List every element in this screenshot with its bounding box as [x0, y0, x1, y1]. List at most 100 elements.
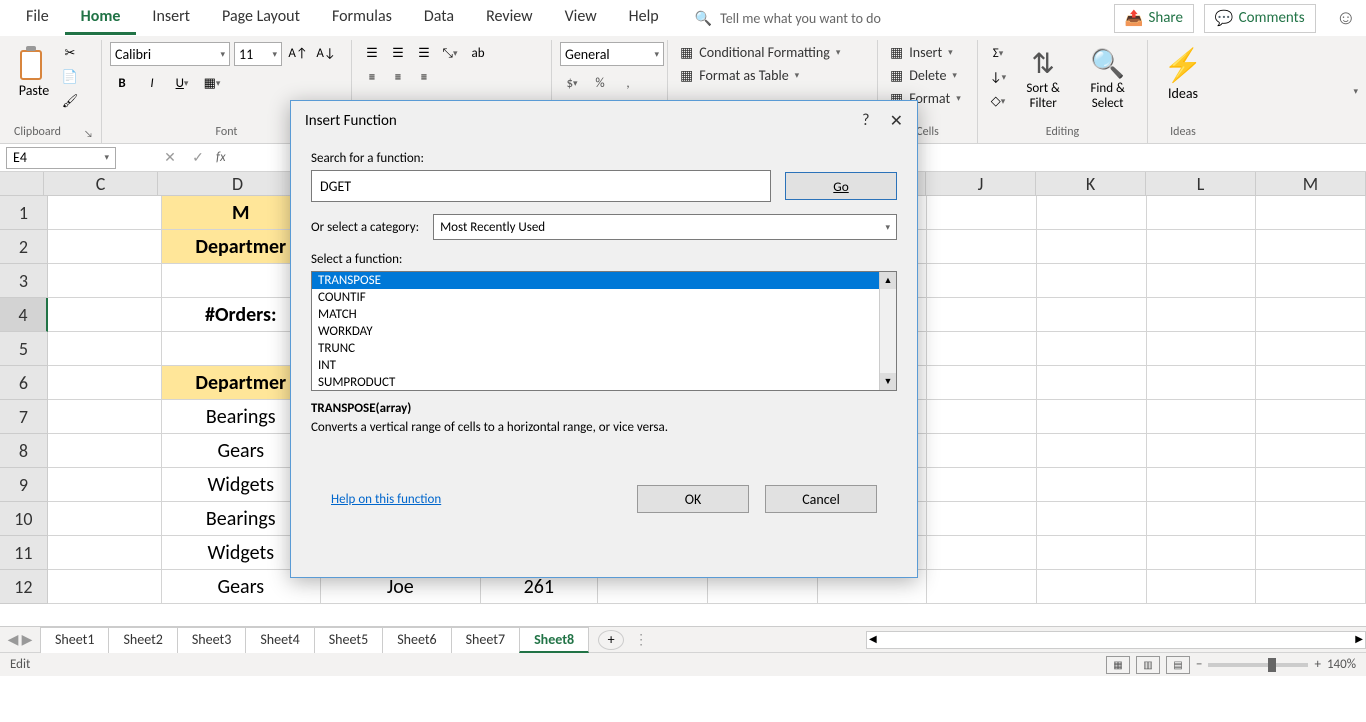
cell-L4[interactable] [1147, 298, 1257, 332]
help-link[interactable]: Help on this function [331, 492, 441, 507]
scroll-up-button[interactable]: ▲ [880, 272, 896, 289]
cell-L12[interactable] [1147, 570, 1257, 604]
cell-C3[interactable] [48, 264, 162, 298]
function-item-transpose[interactable]: TRANSPOSE [312, 272, 896, 289]
conditional-formatting-button[interactable]: ▦ Conditional Formatting▾ [676, 42, 869, 63]
dialog-help-button[interactable]: ? [862, 111, 869, 131]
name-box[interactable]: E4▾ [6, 147, 116, 169]
align-middle-button[interactable]: ☰ [386, 42, 410, 64]
row-header-4[interactable]: 4 [0, 298, 48, 332]
fill-button[interactable]: ↓▾ [986, 66, 1010, 88]
cell-K5[interactable] [1037, 332, 1147, 366]
cell-L10[interactable] [1147, 502, 1257, 536]
page-layout-view-button[interactable]: ▥ [1136, 656, 1160, 674]
align-right-button[interactable]: ≡ [412, 66, 436, 88]
cell-K10[interactable] [1037, 502, 1147, 536]
cell-L11[interactable] [1147, 536, 1257, 570]
cell-L5[interactable] [1147, 332, 1257, 366]
cell-K7[interactable] [1037, 400, 1147, 434]
fx-label[interactable]: fx [216, 150, 226, 165]
cell-K12[interactable] [1037, 570, 1147, 604]
ideas-button[interactable]: ⚡ Ideas [1156, 42, 1210, 106]
menu-file[interactable]: File [10, 1, 65, 35]
cell-M6[interactable] [1256, 366, 1366, 400]
function-search-input[interactable] [311, 170, 771, 202]
row-header-5[interactable]: 5 [0, 332, 48, 366]
cell-K11[interactable] [1037, 536, 1147, 570]
sheet-tab-sheet8[interactable]: Sheet8 [519, 627, 589, 653]
cell-C6[interactable] [48, 366, 162, 400]
cell-C9[interactable] [48, 468, 162, 502]
cell-J8[interactable] [927, 434, 1037, 468]
tell-me-search[interactable]: 🔍 Tell me what you want to do [695, 10, 881, 27]
row-header-12[interactable]: 12 [0, 570, 48, 604]
feedback-smiley-icon[interactable]: ☺ [1336, 6, 1356, 30]
cell-M5[interactable] [1256, 332, 1366, 366]
menu-review[interactable]: Review [470, 1, 549, 35]
cell-K3[interactable] [1037, 264, 1147, 298]
row-header-10[interactable]: 10 [0, 502, 48, 536]
cell-J5[interactable] [927, 332, 1037, 366]
cell-C4[interactable] [48, 298, 162, 332]
cell-M10[interactable] [1256, 502, 1366, 536]
format-as-table-button[interactable]: ▦ Format as Table▾ [676, 65, 869, 86]
number-format-select[interactable]: General▾ [560, 42, 664, 66]
font-name-select[interactable]: Calibri▾ [110, 42, 230, 66]
cancel-formula-button[interactable]: ✕ [156, 147, 184, 169]
font-size-select[interactable]: 11▾ [234, 42, 282, 66]
percent-button[interactable]: % [588, 72, 612, 94]
cell-M3[interactable] [1256, 264, 1366, 298]
sheet-tab-sheet7[interactable]: Sheet7 [451, 627, 520, 653]
cell-K8[interactable] [1037, 434, 1147, 468]
sheet-tab-sheet3[interactable]: Sheet3 [177, 627, 246, 653]
menu-page-layout[interactable]: Page Layout [206, 1, 316, 35]
cell-L2[interactable] [1147, 230, 1257, 264]
cell-C8[interactable] [48, 434, 162, 468]
horizontal-scrollbar[interactable]: ◀ ▶ [866, 631, 1366, 649]
currency-button[interactable]: $▾ [560, 72, 584, 94]
cell-J10[interactable] [927, 502, 1037, 536]
cell-L7[interactable] [1147, 400, 1257, 434]
align-top-button[interactable]: ☰ [360, 42, 384, 64]
paste-button[interactable]: Paste [14, 42, 54, 103]
clear-button[interactable]: ◇▾ [986, 90, 1010, 112]
clipboard-launcher[interactable]: ↘ [84, 127, 93, 140]
format-painter-button[interactable]: 🖌 [58, 90, 82, 112]
cell-J6[interactable] [927, 366, 1037, 400]
normal-view-button[interactable]: ▦ [1106, 656, 1130, 674]
cell-K2[interactable] [1037, 230, 1147, 264]
cell-M2[interactable] [1256, 230, 1366, 264]
cell-K6[interactable] [1037, 366, 1147, 400]
cancel-button[interactable]: Cancel [765, 485, 877, 513]
menu-home[interactable]: Home [65, 1, 137, 35]
copy-button[interactable]: 📄 [58, 66, 82, 88]
cut-button[interactable]: ✂ [58, 42, 82, 64]
decrease-font-button[interactable]: A↓ [314, 42, 338, 64]
insert-cells-button[interactable]: ▦ Insert ▾ [886, 42, 969, 63]
row-header-6[interactable]: 6 [0, 366, 48, 400]
cell-M1[interactable] [1256, 196, 1366, 230]
function-item-workday[interactable]: WORKDAY [312, 323, 896, 340]
cell-C2[interactable] [48, 230, 162, 264]
ok-button[interactable]: OK [637, 485, 749, 513]
comments-button[interactable]: 💬 Comments [1204, 4, 1316, 33]
zoom-in-button[interactable]: + [1314, 657, 1320, 672]
row-header-3[interactable]: 3 [0, 264, 48, 298]
cell-C5[interactable] [48, 332, 162, 366]
cell-J11[interactable] [927, 536, 1037, 570]
enter-formula-button[interactable]: ✓ [184, 147, 212, 169]
cell-J9[interactable] [927, 468, 1037, 502]
page-break-view-button[interactable]: ▤ [1166, 656, 1190, 674]
sort-filter-button[interactable]: ⇅ Sort & Filter [1014, 42, 1072, 115]
cell-L9[interactable] [1147, 468, 1257, 502]
function-item-countif[interactable]: COUNTIF [312, 289, 896, 306]
delete-cells-button[interactable]: ▦ Delete ▾ [886, 65, 969, 86]
align-bottom-button[interactable]: ☰ [412, 42, 436, 64]
cell-L8[interactable] [1147, 434, 1257, 468]
cell-J4[interactable] [927, 298, 1037, 332]
underline-button[interactable]: U ▾ [170, 72, 194, 94]
menu-data[interactable]: Data [408, 1, 470, 35]
row-header-2[interactable]: 2 [0, 230, 48, 264]
column-header-L[interactable]: L [1146, 172, 1256, 195]
cell-L6[interactable] [1147, 366, 1257, 400]
